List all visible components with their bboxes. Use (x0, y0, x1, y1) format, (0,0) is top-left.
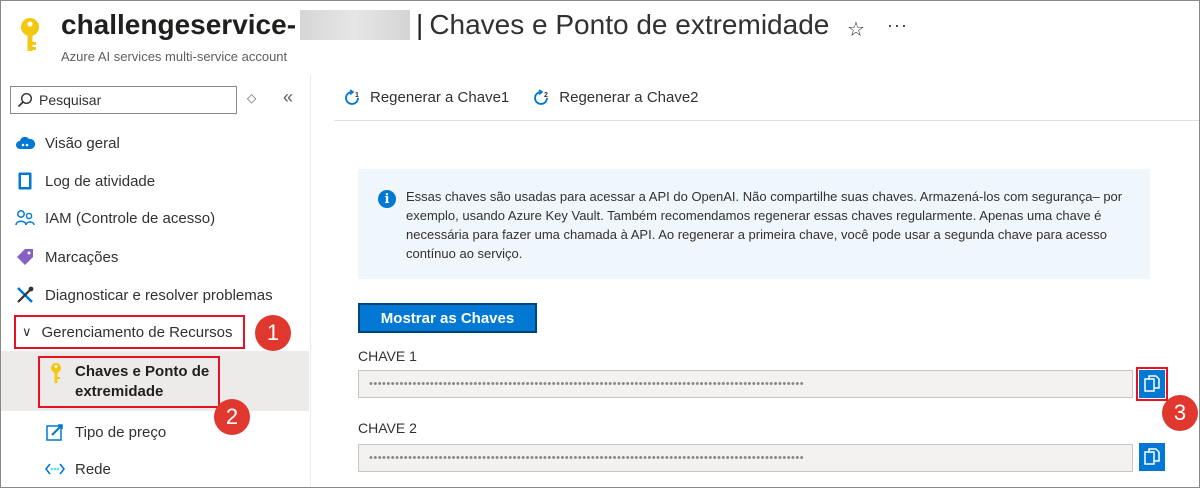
resource-type-subtitle: Azure AI services multi-service account (61, 49, 288, 64)
svg-text:1: 1 (355, 92, 359, 99)
network-icon (45, 459, 65, 479)
people-icon (15, 208, 35, 228)
chevron-down-icon: ∨ (22, 324, 32, 339)
info-message-bar: i Essas chaves são usadas para acessar a… (358, 169, 1150, 279)
sidebar-item-activity-log[interactable]: Log de atividade (1, 163, 309, 199)
refresh-1-icon: 1 (344, 88, 362, 107)
sidebar-search-input[interactable] (39, 92, 219, 108)
regenerate-key1-button[interactable]: 1 Regenerar a Chave1 (344, 88, 510, 107)
sidebar-item-label: Marcações (45, 248, 119, 266)
sidebar-search-box[interactable] (10, 86, 237, 114)
info-icon: i (378, 190, 396, 208)
regenerate-key2-button[interactable]: 2 Regenerar a Chave2 (533, 88, 699, 107)
show-keys-button[interactable]: Mostrar as Chaves (358, 303, 537, 333)
sidebar-item-label: Rede (75, 460, 111, 478)
wrench-screwdriver-icon (15, 285, 35, 305)
edit-pricing-icon (45, 422, 65, 442)
key-icon (49, 362, 63, 391)
search-icon (17, 92, 33, 108)
key1-label: CHAVE 1 (358, 348, 417, 364)
copy-icon (1144, 448, 1160, 465)
more-options-icon[interactable]: ··· (887, 15, 908, 36)
regenerate-key1-label: Regenerar a Chave1 (370, 89, 510, 106)
info-message-text: Essas chaves são usadas para acessar a A… (406, 189, 1123, 261)
svg-text:2: 2 (544, 92, 548, 99)
blade-name: Chaves e Ponto de extremidade (429, 9, 830, 40)
sidebar-group-label: Gerenciamento de Recursos (41, 323, 233, 341)
refresh-2-icon: 2 (533, 88, 551, 107)
key2-field[interactable]: ••••••••••••••••••••••••••••••••••••••••… (358, 444, 1133, 472)
sidebar-item-overview[interactable]: Visão geral (1, 125, 309, 161)
expand-collapse-all-icon[interactable]: ◇ (247, 91, 256, 105)
sidebar-divider (310, 75, 311, 487)
sidebar-item-pricing-tier[interactable]: Tipo de preço (45, 418, 166, 446)
step-badge-2: 2 (214, 399, 250, 435)
tag-icon (15, 247, 35, 267)
resource-name: challengeservice- (61, 9, 297, 40)
sidebar-item-label: Diagnosticar e resolver problemas (45, 286, 273, 304)
copy-key2-button[interactable] (1139, 443, 1165, 471)
highlight-box (1136, 367, 1168, 401)
sidebar-item-network[interactable]: Rede (45, 455, 111, 483)
title-separator: | (416, 9, 424, 40)
page-title: challengeservice- | Chaves e Ponto de ex… (61, 9, 829, 41)
key-vault-icon (19, 15, 41, 57)
redacted-name-segment (300, 10, 411, 40)
regenerate-key2-label: Regenerar a Chave2 (559, 89, 699, 106)
sidebar-item-label: Visão geral (45, 134, 120, 152)
key2-label: CHAVE 2 (358, 420, 417, 436)
activity-log-icon (15, 171, 35, 191)
sidebar-item-label: Tipo de preço (75, 423, 167, 441)
favorite-star-icon[interactable]: ☆ (847, 17, 865, 42)
cloud-ai-icon (15, 133, 35, 153)
sidebar-item-tags[interactable]: Marcações (1, 239, 309, 275)
sidebar-item-iam[interactable]: IAM (Controle de acesso) (1, 200, 309, 236)
sidebar-item-label: IAM (Controle de acesso) (45, 209, 216, 227)
collapse-sidebar-icon[interactable]: « (283, 87, 293, 108)
sidebar-item-label: Log de atividade (45, 172, 156, 190)
sidebar-item-keys-endpoint[interactable]: Chaves e Ponto de extremidade (49, 362, 225, 402)
step-badge-1: 1 (255, 315, 291, 351)
azure-portal-blade: challengeservice- | Chaves e Ponto de ex… (0, 0, 1200, 488)
sidebar-item-diagnose[interactable]: Diagnosticar e resolver problemas (1, 277, 309, 313)
key1-field[interactable]: ••••••••••••••••••••••••••••••••••••••••… (358, 370, 1133, 398)
sidebar-item-label: Chaves e Ponto de extremidade (75, 363, 210, 400)
command-bar: 1 Regenerar a Chave1 2 Regenerar a Chave… (334, 75, 1199, 121)
sidebar-group-resource-management[interactable]: ∨ Gerenciamento de Recursos (14, 315, 245, 349)
